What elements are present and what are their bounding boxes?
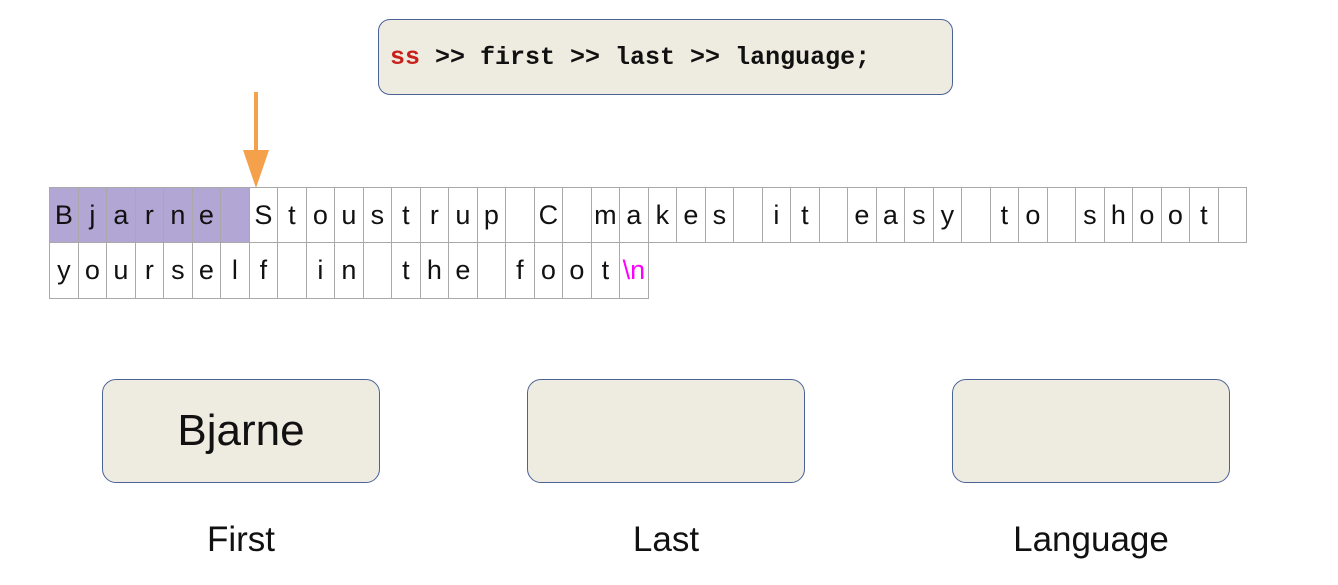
buffer-cell: f	[248, 242, 278, 299]
buffer-cell: y	[49, 242, 79, 299]
buffer-cell	[961, 187, 991, 243]
buffer-row-2: yourself in the f o o t \n	[49, 242, 649, 299]
buffer-cell: s	[704, 187, 734, 243]
buffer-cell: f	[505, 242, 535, 299]
buffer-cell: o	[533, 242, 563, 299]
first-variable-box: Bjarne	[102, 379, 380, 483]
last-variable-box	[527, 379, 805, 483]
buffer-cell: e	[847, 187, 877, 243]
buffer-cell: r	[419, 187, 449, 243]
last-label: Last	[632, 520, 700, 559]
buffer-cell: s	[904, 187, 934, 243]
buffer-cell: a	[619, 187, 649, 243]
buffer-cell: n	[334, 242, 364, 299]
buffer-cell	[733, 187, 763, 243]
buffer-cell: y	[932, 187, 962, 243]
buffer-row-1: Bjarne Stoustrup C makes it easy to shoo…	[49, 187, 1247, 243]
buffer-cell: r	[134, 187, 164, 243]
buffer-cell: e	[191, 242, 221, 299]
buffer-cell: u	[448, 187, 478, 243]
buffer-cell: o	[77, 242, 107, 299]
stream-name: ss	[390, 42, 421, 72]
extraction-chain: >> first >> last >> language;	[420, 42, 871, 72]
buffer-cell: m	[590, 187, 620, 243]
buffer-cell: j	[77, 187, 107, 243]
buffer-cell: k	[647, 187, 677, 243]
code-statement: ss >> first >> last >> language;	[378, 19, 953, 95]
buffer-cell: o	[1018, 187, 1048, 243]
buffer-cell: u	[334, 187, 364, 243]
buffer-cell: e	[191, 187, 221, 243]
buffer-cell: t	[590, 242, 620, 299]
buffer-cell	[476, 242, 506, 299]
buffer-cell	[1217, 187, 1247, 243]
language-label: Language	[1013, 520, 1169, 559]
buffer-cell: s	[1075, 187, 1105, 243]
buffer-cell: o	[562, 242, 592, 299]
buffer-cell: o	[1132, 187, 1162, 243]
read-position-arrow-icon	[243, 92, 269, 188]
buffer-cell: t	[277, 187, 307, 243]
buffer-cell: s	[163, 242, 193, 299]
buffer-cell: \n	[619, 242, 649, 299]
buffer-cell: r	[134, 242, 164, 299]
buffer-cell: S	[248, 187, 278, 243]
buffer-cell: i	[761, 187, 791, 243]
buffer-cell	[818, 187, 848, 243]
buffer-cell	[1046, 187, 1076, 243]
buffer-cell: B	[49, 187, 79, 243]
buffer-cell: n	[163, 187, 193, 243]
buffer-cell: l	[220, 242, 250, 299]
buffer-cell	[562, 187, 592, 243]
buffer-cell	[505, 187, 535, 243]
first-label: First	[206, 520, 276, 559]
buffer-cell: e	[676, 187, 706, 243]
buffer-cell: e	[448, 242, 478, 299]
buffer-cell: h	[1103, 187, 1133, 243]
buffer-cell: h	[419, 242, 449, 299]
buffer-cell: t	[1189, 187, 1219, 243]
buffer-cell	[277, 242, 307, 299]
buffer-cell: o	[305, 187, 335, 243]
buffer-cell: o	[1160, 187, 1190, 243]
buffer-cell: i	[305, 242, 335, 299]
buffer-cell: t	[790, 187, 820, 243]
buffer-cell	[220, 187, 250, 243]
buffer-cell: a	[106, 187, 136, 243]
buffer-cell: C	[533, 187, 563, 243]
buffer-cell	[362, 242, 392, 299]
buffer-cell: s	[362, 187, 392, 243]
buffer-cell: t	[391, 242, 421, 299]
buffer-cell: a	[875, 187, 905, 243]
buffer-cell: u	[106, 242, 136, 299]
language-variable-box	[952, 379, 1230, 483]
buffer-cell: t	[989, 187, 1019, 243]
buffer-cell: p	[476, 187, 506, 243]
buffer-cell: t	[391, 187, 421, 243]
